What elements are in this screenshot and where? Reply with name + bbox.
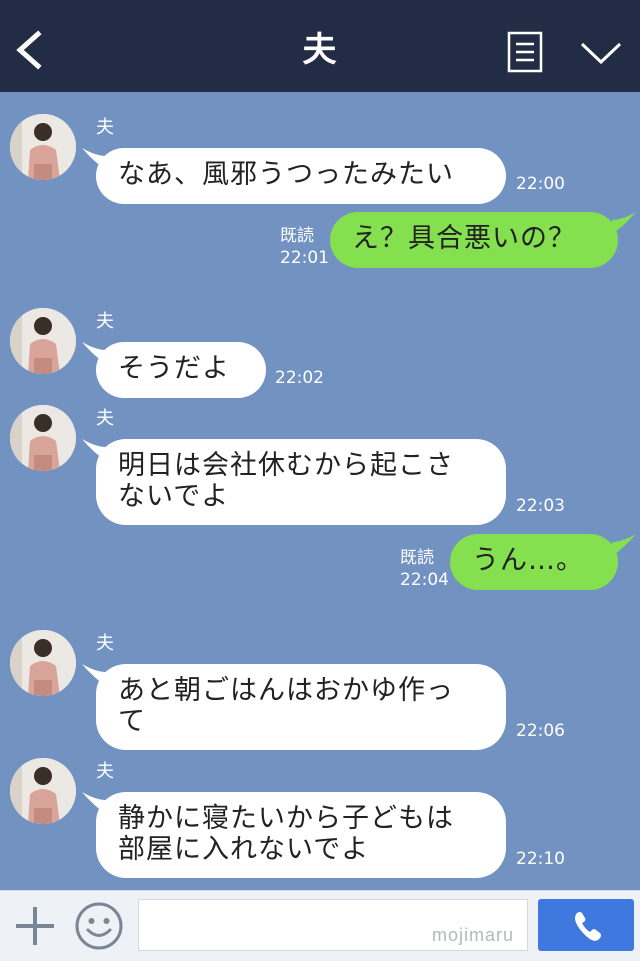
bubble-tail — [612, 212, 636, 234]
sender-name: 夫 — [96, 633, 114, 654]
message-time: 22:10 — [516, 849, 565, 869]
phone-icon — [575, 912, 601, 941]
avatar[interactable] — [10, 308, 76, 374]
avatar-photo — [10, 114, 76, 180]
call-button[interactable] — [538, 899, 634, 951]
message-time: 22:06 — [516, 721, 565, 741]
message-time: 22:00 — [516, 174, 565, 194]
sender-name: 夫 — [96, 408, 114, 429]
note-list-icon — [507, 31, 543, 73]
avatar[interactable] — [10, 758, 76, 824]
read-receipt: 既読 — [400, 548, 434, 568]
avatar-photo — [10, 308, 76, 374]
avatar-photo — [10, 630, 76, 696]
message-bubble-incoming[interactable]: なあ、風邪うつったみたい — [96, 148, 506, 204]
message-time: 22:01 — [280, 248, 329, 268]
plus-icon — [16, 907, 54, 945]
avatar-photo — [10, 405, 76, 471]
add-button[interactable] — [14, 905, 56, 947]
avatar[interactable] — [10, 405, 76, 471]
read-receipt: 既読 — [280, 226, 314, 246]
avatar[interactable] — [10, 114, 76, 180]
avatar-photo — [10, 758, 76, 824]
chat-header: 夫 — [0, 0, 640, 92]
bubble-tail — [612, 534, 636, 556]
message-time: 22:02 — [275, 368, 324, 388]
emoji-button[interactable] — [74, 901, 124, 951]
message-bubble-outgoing[interactable]: うん…。 — [450, 534, 618, 590]
message-bubble-incoming[interactable]: 明日は会社休むから起こさ ないでよ — [96, 439, 506, 525]
smiley-icon — [75, 902, 123, 950]
note-menu-button[interactable] — [506, 30, 544, 74]
sender-name: 夫 — [96, 117, 114, 138]
message-time: 22:04 — [400, 570, 449, 590]
avatar[interactable] — [10, 630, 76, 696]
chat-area[interactable]: 夫 なあ、風邪うつったみたい 22:00 既読 22:01 え？具合悪いの？ 夫… — [0, 92, 640, 890]
watermark: mojimaru — [432, 925, 515, 945]
chat-title: 夫 — [302, 30, 338, 70]
message-bubble-incoming[interactable]: 静かに寝たいから子どもは 部屋に入れないでよ — [96, 792, 506, 878]
message-time: 22:03 — [516, 496, 565, 516]
message-bubble-incoming[interactable]: そうだよ — [96, 342, 266, 398]
sender-name: 夫 — [96, 311, 114, 332]
message-bubble-incoming[interactable]: あと朝ごはんはおかゆ作っ て — [96, 664, 506, 750]
collapse-button[interactable] — [578, 36, 624, 70]
input-bar: mojimaru — [0, 890, 640, 961]
chevron-down-icon — [580, 42, 622, 65]
sender-name: 夫 — [96, 761, 114, 782]
message-bubble-outgoing[interactable]: え？具合悪いの？ — [330, 212, 618, 268]
